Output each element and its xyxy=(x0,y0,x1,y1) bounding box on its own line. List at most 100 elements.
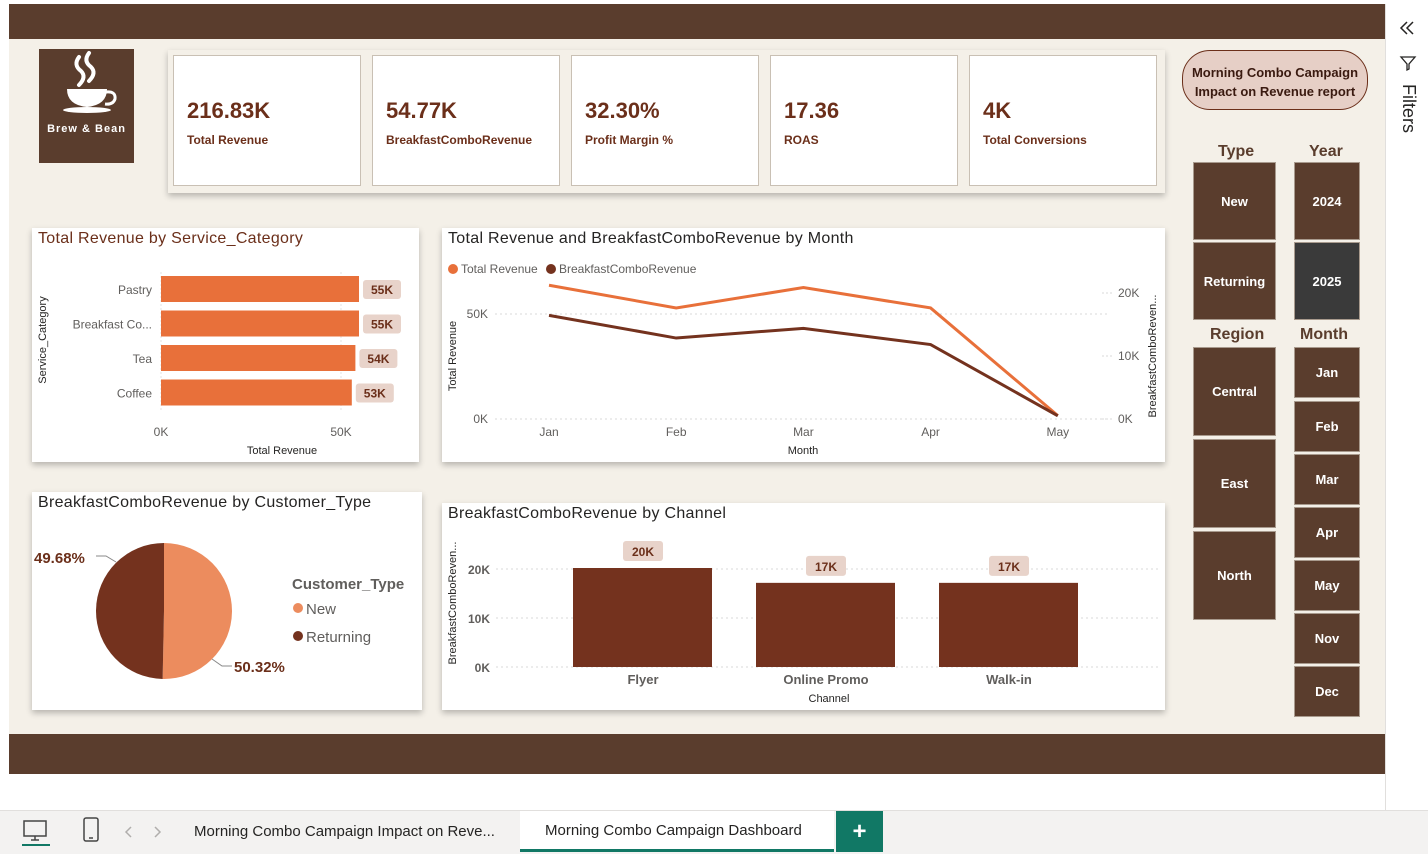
slice-label: 49.68% xyxy=(34,550,85,567)
legend-label: Total Revenue xyxy=(461,262,538,276)
category-label: Breakfast Co... xyxy=(73,318,152,332)
y-tick-label: 20K xyxy=(468,563,490,577)
y-axis-title: BreakfastComboReven... xyxy=(447,542,459,665)
kpi-value: 4K xyxy=(983,98,1012,123)
month-option-apr[interactable]: Apr xyxy=(1294,507,1360,558)
series-line-breakfast-combo xyxy=(548,313,1059,418)
y-tick-label-right: 0K xyxy=(1118,412,1133,426)
kpi-label: BreakfastComboRevenue xyxy=(386,133,533,147)
data-label: 20K xyxy=(632,545,654,559)
legend-marker xyxy=(293,631,303,641)
region-option-east[interactable]: East xyxy=(1193,439,1276,528)
bottom-banner xyxy=(9,734,1385,774)
kpi-card-total-conversions: 4K Total Conversions xyxy=(969,55,1157,186)
region-option-north[interactable]: North xyxy=(1193,531,1276,620)
service-category-chart-svg: Pastry 55K Breakfast Co... 55K Tea 54K Coffee 5… xyxy=(37,272,401,457)
top-banner xyxy=(9,4,1385,39)
filters-pane[interactable]: Filters xyxy=(1385,4,1428,810)
desktop-view-icon[interactable] xyxy=(22,818,50,846)
x-tick-label: Feb xyxy=(666,425,687,439)
legend-title: Customer_Type xyxy=(292,576,404,593)
channel-chart-svg: 0K 10K 20K 20K Flyer 17K Online Promo 17K Walk-i… xyxy=(447,541,1158,705)
category-label: Tea xyxy=(133,352,153,366)
tab-scroll-arrows-icon[interactable] xyxy=(123,825,163,839)
bar xyxy=(161,310,359,337)
x-axis-title: Channel xyxy=(809,693,850,705)
x-tick-label: Walk-in xyxy=(986,672,1032,687)
chart-service-category[interactable]: Total Revenue by Service_Category Pastry… xyxy=(32,228,419,462)
legend-marker xyxy=(546,264,556,274)
kpi-label: Total Revenue xyxy=(187,133,269,147)
chart-customer-type[interactable]: BreakfastComboRevenue by Customer_Type 5… xyxy=(32,492,422,710)
month-option-mar[interactable]: Mar xyxy=(1294,454,1360,505)
category-label: Coffee xyxy=(117,387,152,401)
x-tick-label: May xyxy=(1046,425,1069,439)
kpi-label: Profit Margin % xyxy=(585,133,674,147)
month-chart-svg: Total Revenue BreakfastComboRevenue 0K 50K 0… xyxy=(447,262,1159,457)
month-slicer-header: Month xyxy=(1300,326,1348,343)
y-tick-label-left: 50K xyxy=(467,307,488,321)
leader-line xyxy=(96,555,117,563)
data-label: 55K xyxy=(371,283,393,297)
tab-dashboard[interactable]: Morning Combo Campaign Dashboard xyxy=(520,811,834,852)
y-tick-label-right: 10K xyxy=(1118,349,1139,363)
kpi-value: 32.30% xyxy=(585,98,660,123)
month-option-feb[interactable]: Feb xyxy=(1294,401,1360,452)
legend-label: BreakfastComboRevenue xyxy=(559,262,697,276)
leader-line xyxy=(211,658,232,667)
collapse-chevrons-icon[interactable] xyxy=(1397,18,1417,38)
legend-label: New xyxy=(306,601,336,618)
region-slicer-header: Region xyxy=(1210,326,1265,343)
x-tick-label: Apr xyxy=(921,425,940,439)
data-label: 17K xyxy=(815,560,837,574)
filters-label[interactable]: Filters xyxy=(1398,84,1419,133)
legend-marker xyxy=(448,264,458,274)
x-tick-label: 0K xyxy=(154,425,169,439)
y-tick-label-right: 20K xyxy=(1118,286,1139,300)
bar xyxy=(756,582,895,667)
data-label: 54K xyxy=(367,352,389,366)
bar xyxy=(939,582,1078,667)
type-option-new[interactable]: New xyxy=(1193,162,1276,240)
month-option-nov[interactable]: Nov xyxy=(1294,613,1360,664)
y-axis-title-left: Total Revenue xyxy=(447,321,459,391)
bar xyxy=(161,345,356,371)
series-line-total-revenue xyxy=(548,283,1059,417)
bar xyxy=(161,379,352,406)
month-option-jan[interactable]: Jan xyxy=(1294,347,1360,398)
report-title-line1: Morning Combo Campaign xyxy=(1191,65,1359,80)
region-option-central[interactable]: Central xyxy=(1193,347,1276,436)
kpi-value: 54.77K xyxy=(386,98,457,123)
brand-logo: Brew & Bean xyxy=(39,49,134,163)
add-page-button[interactable]: + xyxy=(836,811,883,852)
kpi-label: ROAS xyxy=(784,133,819,147)
type-option-returning[interactable]: Returning xyxy=(1193,242,1276,320)
category-label: Pastry xyxy=(118,283,152,297)
x-axis-title: Month xyxy=(788,445,819,457)
slice-label: 50.32% xyxy=(234,659,285,676)
tab-impact-report[interactable]: Morning Combo Campaign Impact on Reve... xyxy=(169,811,519,852)
pie-slice-new xyxy=(162,543,233,679)
y-tick-label: 10K xyxy=(468,612,490,626)
mobile-view-icon[interactable] xyxy=(82,817,100,843)
year-option-2025[interactable]: 2025 xyxy=(1294,242,1360,320)
y-axis-title: Service_Category xyxy=(37,296,49,384)
year-option-2024[interactable]: 2024 xyxy=(1294,162,1360,240)
x-axis-title: Total Revenue xyxy=(247,445,317,457)
legend-marker xyxy=(293,603,303,613)
bar xyxy=(573,568,712,667)
month-option-may[interactable]: May xyxy=(1294,560,1360,611)
data-label: 17K xyxy=(998,560,1020,574)
filter-icon xyxy=(1399,56,1417,72)
chart-by-channel[interactable]: BreakfastComboRevenue by Channel 0K 10K 20… xyxy=(442,503,1165,710)
chart-revenue-by-month[interactable]: Total Revenue and BreakfastComboRevenue … xyxy=(442,228,1165,462)
kpi-value: 17.36 xyxy=(784,98,840,123)
logo-text: Brew & Bean xyxy=(47,123,126,135)
y-axis-title-right: BreakfastComboReven... xyxy=(1147,295,1159,418)
pie-slice-returning xyxy=(96,543,164,679)
legend-label: Returning xyxy=(306,629,371,646)
kpi-card-breakfast-combo: 54.77K BreakfastComboRevenue xyxy=(372,55,560,186)
y-tick-label-left: 0K xyxy=(473,412,488,426)
report-title-badge: Morning Combo Campaign Impact on Revenue… xyxy=(1182,50,1368,110)
month-option-dec[interactable]: Dec xyxy=(1294,666,1360,717)
